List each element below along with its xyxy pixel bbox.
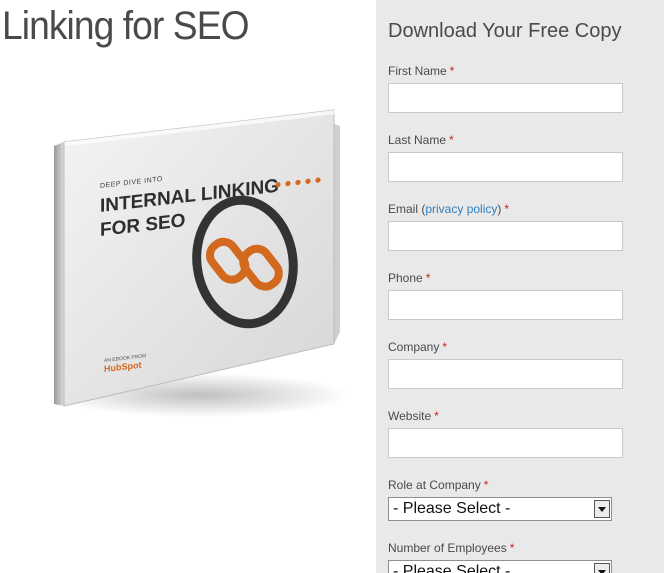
employees-select[interactable]: - Please Select - (388, 560, 612, 573)
role-label: Role at Company * (388, 478, 489, 492)
role-select[interactable]: - Please Select - (388, 497, 612, 521)
website-input[interactable] (388, 428, 623, 458)
required-marker: * (504, 202, 510, 216)
website-field: Website * (388, 408, 628, 458)
last-name-label: Last Name * (388, 133, 454, 147)
email-input[interactable] (388, 221, 623, 251)
last-name-input[interactable] (388, 152, 623, 182)
form-heading: Download Your Free Copy (388, 20, 622, 42)
role-field: Role at Company * - Please Select - (388, 477, 628, 521)
required-marker: * (442, 340, 448, 354)
phone-label: Phone * (388, 271, 431, 285)
employees-select-value: - Please Select - (393, 563, 511, 573)
required-marker: * (449, 133, 454, 147)
required-marker: * (509, 541, 515, 555)
ebook-cover-image: DEEP DIVE INTO INTERNAL LINKING FOR SEO (40, 100, 360, 430)
required-marker: * (434, 409, 439, 423)
company-input[interactable] (388, 359, 623, 389)
first-name-label: First Name * (388, 64, 455, 78)
employees-field: Number of Employees * - Please Select - (388, 540, 628, 573)
required-marker: * (425, 271, 431, 285)
ebook-cover-illustration: DEEP DIVE INTO INTERNAL LINKING FOR SEO (50, 109, 350, 417)
last-name-field: Last Name * (388, 132, 628, 182)
company-label: Company * (388, 340, 448, 354)
first-name-field: First Name * (388, 63, 628, 113)
email-label: Email (privacy policy) * (388, 202, 510, 216)
required-marker: * (449, 64, 455, 78)
first-name-input[interactable] (388, 83, 623, 113)
page-title: Linking for SEO (2, 4, 250, 48)
employees-label: Number of Employees * (388, 541, 515, 555)
privacy-policy-link[interactable]: privacy policy (425, 202, 497, 216)
phone-field: Phone * (388, 270, 628, 320)
company-field: Company * (388, 339, 628, 389)
email-field: Email (privacy policy) * (388, 201, 628, 251)
phone-input[interactable] (388, 290, 623, 320)
download-form-panel: Download Your Free Copy First Name * Last… (376, 0, 664, 573)
dropdown-arrow-icon[interactable] (594, 563, 610, 573)
required-marker: * (483, 478, 489, 492)
role-select-value: - Please Select - (393, 500, 511, 517)
landing-page: Linking for SEO DEEP DIVE INTO INTERNAL … (0, 0, 664, 573)
dropdown-arrow-icon[interactable] (594, 500, 610, 518)
website-label: Website * (388, 409, 439, 423)
